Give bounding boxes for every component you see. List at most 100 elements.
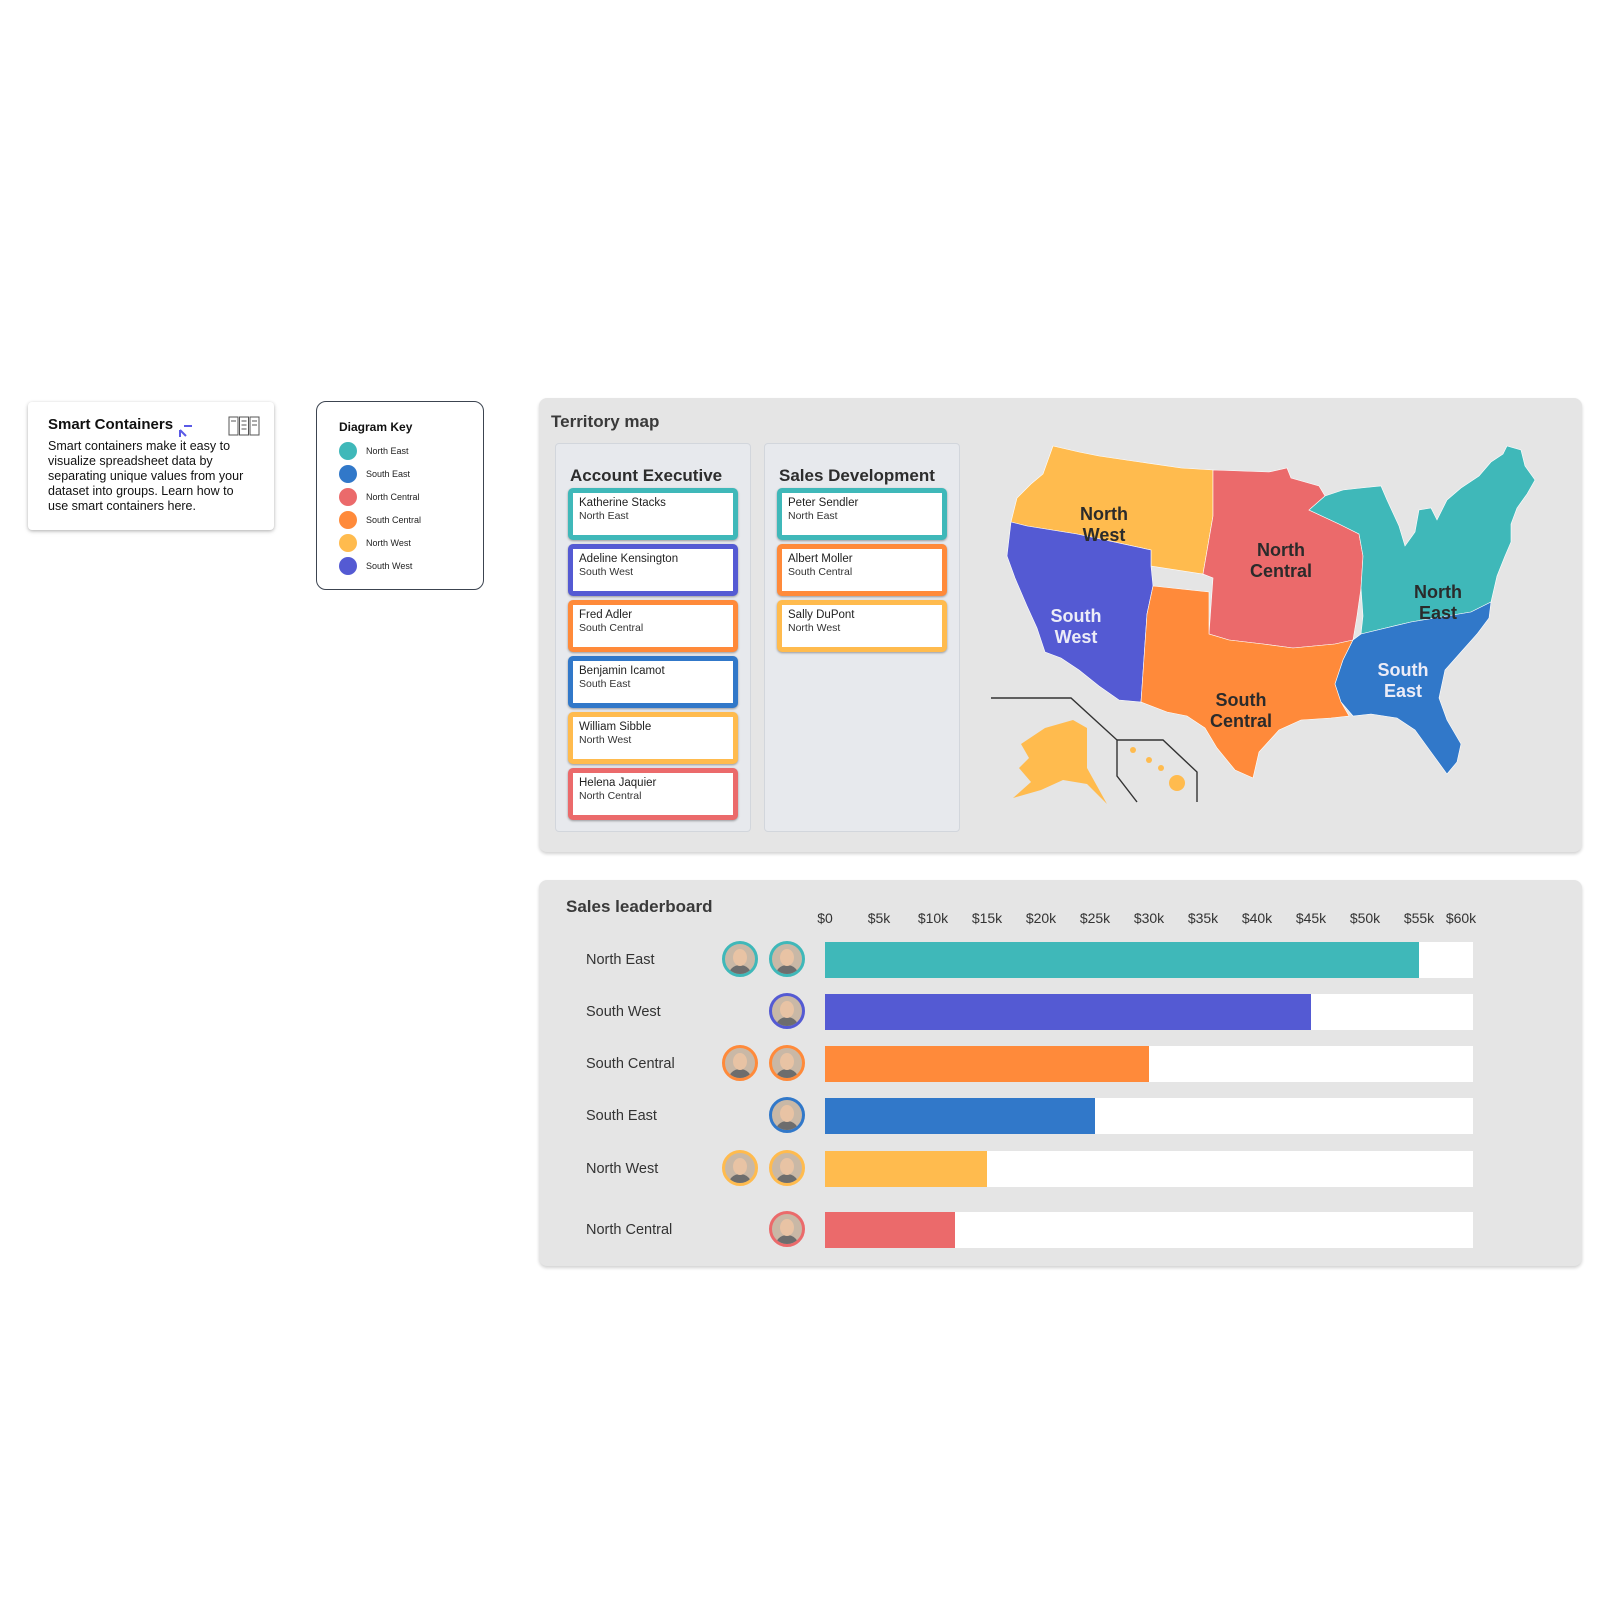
- row-label: South West: [586, 1004, 661, 1020]
- person-region: South West: [579, 566, 634, 578]
- territory-map-title: Territory map: [551, 412, 660, 431]
- avatar[interactable]: [722, 941, 758, 977]
- key-item-label: North Central: [366, 491, 420, 502]
- label-south-west-2: West: [1055, 627, 1098, 647]
- avatar-body: [728, 1069, 752, 1078]
- person-name: Benjamin Icamot: [579, 665, 665, 677]
- label-north-east-2: East: [1419, 603, 1457, 623]
- avatar[interactable]: [769, 1097, 805, 1133]
- avatar-face: [780, 949, 794, 966]
- person-card[interactable]: Katherine Stacks North East: [568, 488, 738, 540]
- avatar[interactable]: [722, 1045, 758, 1081]
- avatar[interactable]: [769, 941, 805, 977]
- map-region-alaska: [1013, 720, 1107, 804]
- key-item: North Central: [339, 485, 461, 508]
- avatar-body: [775, 1017, 799, 1026]
- person-region: North West: [788, 622, 841, 634]
- us-territory-map: North West South West North Central South Ce…: [991, 445, 1536, 804]
- person-name: Albert Moller: [788, 553, 853, 565]
- bar: [825, 1212, 955, 1248]
- bar-track: [825, 1046, 1473, 1082]
- bar-track: [825, 1098, 1473, 1134]
- account-executive-title: Account Executive: [570, 466, 723, 485]
- color-swatch-icon: [339, 556, 357, 575]
- territory-map-panel[interactable]: Territory map Account Executive Katherin…: [539, 398, 1582, 852]
- svg-text:NorthCentral: North Central: [1250, 540, 1312, 581]
- label-north-central-1: North: [1257, 540, 1305, 560]
- bar: [825, 994, 1311, 1030]
- account-executive-container[interactable]: Account Executive Katherine Stacks North …: [555, 443, 751, 832]
- person-name: Helena Jaquier: [579, 777, 657, 789]
- person-region: North Central: [579, 790, 642, 802]
- bar: [825, 1098, 1095, 1134]
- label-north-west-1: North: [1080, 504, 1128, 524]
- person-name: Sally DuPont: [788, 609, 855, 621]
- bar-track: [825, 942, 1473, 978]
- person-card[interactable]: Helena Jaquier North Central: [568, 768, 738, 820]
- person-region: North West: [579, 734, 632, 746]
- bar-track: [825, 994, 1473, 1030]
- bar: [825, 1046, 1149, 1082]
- x-tick-label: $55k: [1403, 910, 1435, 926]
- person-card[interactable]: Sally DuPont North West: [777, 600, 947, 652]
- sales-leaderboard-title: Sales leaderboard: [566, 897, 713, 916]
- person-card[interactable]: Peter Sendler North East: [777, 488, 947, 540]
- bar: [825, 1151, 987, 1187]
- x-tick-label: $5k: [867, 910, 891, 926]
- avatar-face: [780, 1219, 794, 1236]
- person-region: South East: [579, 678, 631, 690]
- label-south-central-1: South: [1216, 690, 1267, 710]
- avatar-body: [728, 965, 752, 974]
- person-card[interactable]: Benjamin Icamot South East: [568, 656, 738, 708]
- bar-track: [825, 1212, 1473, 1248]
- smart-container-icon: [228, 416, 260, 436]
- smart-containers-card[interactable]: Smart Containers Smart containers make i…: [28, 402, 274, 530]
- row-label: South Central: [586, 1056, 675, 1072]
- x-tick-label: $30k: [1133, 910, 1165, 926]
- x-tick-label: $20k: [1025, 910, 1057, 926]
- avatar[interactable]: [722, 1150, 758, 1186]
- label-north-central-2: Central: [1250, 561, 1312, 581]
- avatar-body: [728, 1174, 752, 1183]
- x-tick-label: $60k: [1445, 910, 1477, 926]
- person-name: Katherine Stacks: [579, 497, 666, 509]
- sales-development-container[interactable]: Sales Development Peter Sendler North Eas…: [764, 443, 960, 832]
- x-tick-label: $40k: [1241, 910, 1273, 926]
- person-card[interactable]: Adeline Kensington South West: [568, 544, 738, 596]
- smart-containers-description[interactable]: Smart containers make it easy to visuali…: [48, 439, 254, 514]
- x-tick-label: $0: [817, 910, 833, 926]
- avatar[interactable]: [769, 993, 805, 1029]
- avatar[interactable]: [769, 1211, 805, 1247]
- diagram-key[interactable]: Diagram Key North East South East North Ce…: [316, 401, 484, 590]
- avatar[interactable]: [769, 1045, 805, 1081]
- svg-text:NorthEast: North East: [1414, 582, 1462, 623]
- label-south-east-1: South: [1378, 660, 1429, 680]
- svg-text:SouthWest: South West: [1051, 606, 1102, 647]
- avatar[interactable]: [769, 1150, 805, 1186]
- person-name: William Sibble: [579, 721, 652, 733]
- svg-text:SouthCentral: South Central: [1210, 690, 1272, 731]
- row-label: North West: [586, 1161, 659, 1177]
- person-card[interactable]: Fred Adler South Central: [568, 600, 738, 652]
- key-item-label: South West: [366, 560, 413, 571]
- person-card[interactable]: William Sibble North West: [568, 712, 738, 764]
- x-tick-label: $50k: [1349, 910, 1381, 926]
- key-item: South West: [339, 554, 461, 577]
- sales-leaderboard-panel[interactable]: Sales leaderboard $0 $5k $10k $15k $20k $25k $…: [539, 880, 1582, 1266]
- avatar-face: [733, 949, 747, 966]
- avatar-body: [775, 1174, 799, 1183]
- label-south-east-2: East: [1384, 681, 1422, 701]
- key-item: South East: [339, 462, 461, 485]
- label-north-west-2: West: [1083, 525, 1126, 545]
- avatar-body: [775, 1121, 799, 1130]
- person-card[interactable]: Albert Moller South Central: [777, 544, 947, 596]
- color-swatch-icon: [339, 487, 357, 506]
- sales-development-title: Sales Development: [779, 466, 935, 485]
- person-region: South Central: [579, 622, 644, 634]
- key-item-label: North East: [366, 445, 409, 456]
- avatar-body: [775, 965, 799, 974]
- avatar-face: [780, 1105, 794, 1122]
- key-item-label: North West: [366, 537, 411, 548]
- key-item: North East: [339, 439, 461, 462]
- key-item-label: South Central: [366, 514, 422, 525]
